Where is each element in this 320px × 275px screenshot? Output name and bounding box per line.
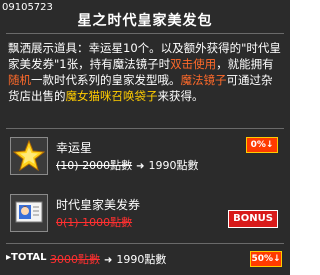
new-price: 1990點數 (148, 159, 199, 172)
total-price: 3000點數 ➜ 1990點數 (50, 251, 166, 267)
bonus-badge: BONUS (228, 210, 278, 228)
desc-text: 来获得。 (157, 89, 204, 103)
item-description: 飘洒展示道具：幸运星10个。以及额外获得的"时代皇家美发券"1张，持有魔法镜子时… (8, 40, 282, 104)
total-new-price: 1990點數 (116, 253, 167, 266)
lucky-star-icon (10, 137, 48, 175)
original-price: 0(1) 1000點數 (56, 216, 133, 229)
total-label: ▸TOTAL (6, 252, 47, 263)
desc-highlight-random: 随机 (8, 73, 31, 87)
divider (6, 243, 284, 244)
arrow-right-icon: ➜ (136, 161, 145, 172)
package-item-row: 时代皇家美发券 0(1) 1000點數 BONUS (10, 194, 280, 234)
original-price: (10) 2000點數 (56, 159, 133, 172)
package-item-row: 幸运星 (10) 2000點數 ➜ 1990點數 0%↓ (10, 137, 280, 177)
item-tooltip-window: 09105723 星之时代皇家美发包 飘洒展示道具：幸运星10个。以及额外获得的… (0, 0, 290, 275)
arrow-right-icon: ➜ (104, 255, 113, 266)
desc-highlight-witch-cat-bag: 魔女猫咪召唤袋子 (65, 89, 158, 103)
item-name: 时代皇家美发券 (56, 198, 141, 212)
desc-text: 可通过 (226, 73, 262, 87)
desc-text: 一款时代系列的皇家发型哦。 (31, 73, 181, 87)
item-price: (10) 2000點數 ➜ 1990點數 (56, 157, 198, 173)
total-row: ▸TOTAL 3000點數 ➜ 1990點數 50%↓ (6, 250, 284, 268)
desc-highlight-double-click: 双击使用 (170, 57, 217, 71)
discount-badge: 0%↓ (246, 137, 278, 153)
desc-highlight-magic-mirror: 魔法镜子 (180, 73, 227, 87)
item-price: 0(1) 1000點數 (56, 214, 132, 230)
total-discount-badge: 50%↓ (250, 251, 282, 267)
total-original-price: 3000點數 (50, 253, 100, 266)
item-title: 星之时代皇家美发包 (77, 13, 213, 29)
desc-text: ，就能拥有 (216, 57, 274, 71)
divider (6, 33, 284, 34)
divider (6, 128, 284, 129)
item-name: 幸运星 (56, 141, 93, 155)
hair-coupon-icon (10, 194, 48, 232)
